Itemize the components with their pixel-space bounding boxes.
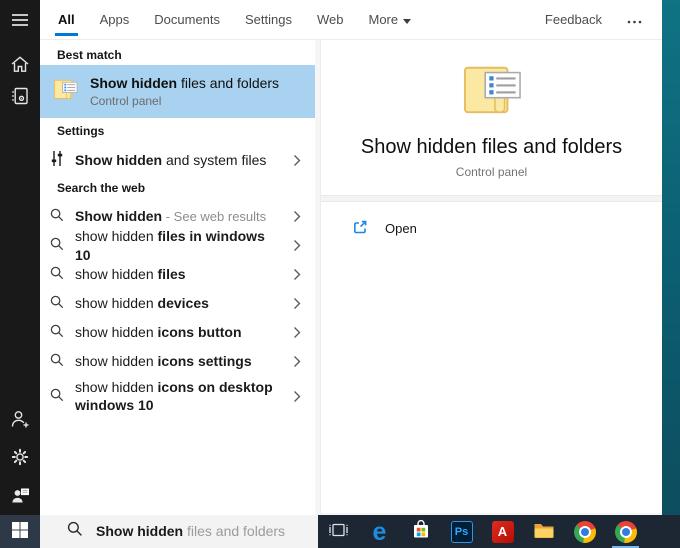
person-add-icon: [11, 409, 30, 432]
web-suggestion-row[interactable]: show hidden files in windows 10: [40, 228, 315, 263]
settings-button[interactable]: [0, 443, 40, 473]
chevron-right-icon: [293, 355, 301, 368]
tab-documents[interactable]: Documents: [154, 0, 220, 40]
tab-more[interactable]: More: [369, 0, 412, 40]
sign-in-button[interactable]: [0, 405, 40, 435]
open-in-new-icon: [352, 219, 368, 238]
preview-divider: [321, 195, 662, 202]
edge-icon: e: [372, 517, 387, 546]
menu-button[interactable]: [0, 6, 40, 36]
best-match-text: Show hidden files and folders Control pa…: [90, 75, 279, 108]
chevron-right-icon: [293, 239, 301, 252]
best-match-title: Show hidden files and folders: [90, 75, 280, 91]
web-suggestion-row[interactable]: show hidden icons on desktop windows 10: [40, 376, 315, 416]
tab-apps[interactable]: Apps: [100, 0, 130, 40]
search-icon: [50, 266, 64, 283]
notebook-icon: [11, 86, 30, 109]
gear-icon: [11, 448, 29, 469]
preview-header: Show hidden files and folders Control pa…: [321, 40, 662, 179]
settings-result-text: Show hidden and system files: [75, 152, 267, 168]
tab-documents-label: Documents: [154, 12, 221, 27]
feedback-label: Feedback: [544, 12, 602, 27]
task-view-icon: [328, 522, 349, 542]
chevron-down-icon: [403, 12, 412, 27]
open-label: Open: [385, 220, 417, 236]
search-icon: [50, 237, 64, 254]
section-header-best-match: Best match: [57, 48, 122, 62]
tab-more-label: More: [368, 12, 399, 27]
open-action[interactable]: Open: [321, 209, 662, 247]
taskbar: Show hidden files and folders e Ps A: [0, 515, 680, 548]
best-match-result[interactable]: Show hidden files and folders Control pa…: [40, 65, 315, 118]
web-suggestion-row[interactable]: show hidden icons settings: [40, 347, 315, 376]
search-text: Show hidden files and folders: [96, 522, 286, 539]
result-preview-panel: Show hidden files and folders Control pa…: [320, 40, 662, 513]
chrome-icon: [573, 520, 596, 543]
home-icon: [10, 55, 30, 76]
microsoft-store-button[interactable]: [400, 515, 441, 548]
acrobat-reader-icon: A: [491, 520, 514, 543]
tab-web-label: Web: [317, 12, 344, 27]
more-options-button[interactable]: [627, 0, 642, 40]
folder-options-icon: [52, 77, 79, 106]
chrome-button[interactable]: [564, 515, 605, 548]
section-header-settings: Settings: [57, 124, 105, 138]
start-button[interactable]: [0, 515, 40, 548]
chevron-right-icon: [293, 297, 301, 310]
search-sidebar: [0, 0, 40, 515]
file-explorer-button[interactable]: [523, 515, 564, 548]
preview-title: Show hidden files and folders: [360, 136, 623, 158]
file-explorer-icon: [533, 521, 555, 542]
search-results-panel: Best match Show hidden files and folders…: [40, 40, 315, 515]
tab-web[interactable]: Web: [317, 0, 344, 40]
account-picture-button[interactable]: [0, 481, 40, 511]
photoshop-button[interactable]: Ps: [441, 515, 482, 548]
best-match-subtitle: Control panel: [90, 94, 162, 108]
desktop-wallpaper-strip: [662, 0, 680, 515]
chrome-button-active[interactable]: [605, 515, 646, 548]
web-suggestion-row[interactable]: show hidden files: [40, 260, 315, 289]
acrobat-reader-button[interactable]: A: [482, 515, 523, 548]
edge-button[interactable]: e: [359, 515, 400, 548]
search-icon: [50, 324, 64, 341]
settings-result[interactable]: Show hidden and system files: [40, 146, 315, 174]
feedback-button[interactable]: Feedback: [545, 0, 602, 40]
web-suggestions: Show hidden - See web results show hidde…: [40, 202, 315, 416]
section-header-search-web: Search the web: [57, 181, 146, 195]
tab-settings[interactable]: Settings: [245, 0, 292, 40]
photoshop-icon: Ps: [450, 520, 473, 543]
chevron-right-icon: [293, 268, 301, 281]
home-button[interactable]: [0, 50, 40, 80]
search-icon: [50, 208, 64, 225]
folder-options-icon-large: [459, 66, 525, 122]
web-suggestion-row[interactable]: show hidden devices: [40, 289, 315, 318]
search-filter-tabbar: All Apps Documents Settings Web More Fee…: [40, 0, 662, 40]
search-icon: [50, 353, 64, 370]
tab-settings-label: Settings: [245, 12, 292, 27]
tab-all[interactable]: All: [55, 0, 78, 40]
person-photo-icon: [11, 486, 30, 507]
chrome-icon: [614, 520, 637, 543]
chevron-right-icon: [293, 154, 301, 167]
chevron-right-icon: [293, 326, 301, 339]
sliders-icon: [50, 150, 64, 170]
preview-subtitle: Control panel: [455, 165, 528, 179]
taskbar-search-input[interactable]: Show hidden files and folders: [40, 515, 318, 548]
microsoft-store-icon: [410, 519, 432, 544]
search-icon: [50, 388, 64, 405]
tab-apps-label: Apps: [99, 12, 130, 27]
chevron-right-icon: [293, 390, 301, 403]
notebook-button[interactable]: [0, 82, 40, 112]
web-suggestion-row[interactable]: show hidden icons button: [40, 318, 315, 347]
hamburger-icon: [11, 13, 29, 30]
task-view-button[interactable]: [318, 515, 359, 548]
windows-logo-icon: [12, 522, 28, 541]
tab-all-label: All: [58, 12, 75, 27]
ellipsis-icon: [627, 12, 642, 27]
search-icon: [50, 295, 64, 312]
search-icon: [67, 521, 83, 542]
chevron-right-icon: [293, 210, 301, 223]
